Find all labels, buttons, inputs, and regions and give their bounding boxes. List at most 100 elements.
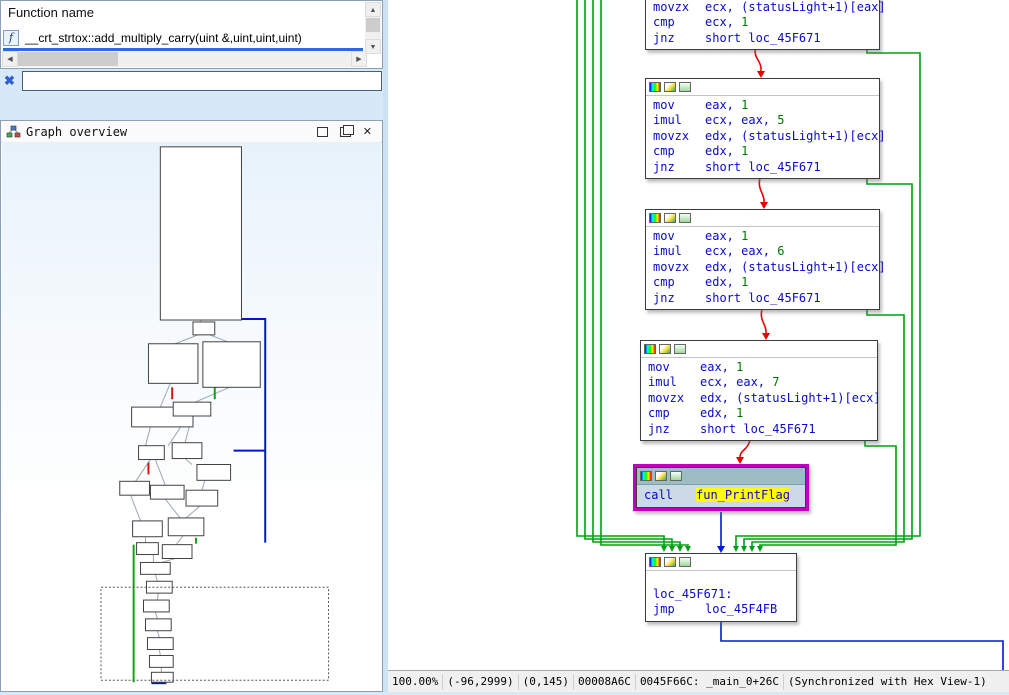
asm-line[interactable]: cmp edx, 1 — [646, 275, 879, 290]
operands: edx, — [705, 144, 742, 159]
node-color-icon[interactable] — [649, 557, 661, 567]
scrollbar-track[interactable] — [118, 51, 351, 67]
asm-line[interactable]: imul ecx, eax, 6 — [646, 244, 879, 259]
asm-line[interactable]: jnz short loc_45F671 — [646, 291, 879, 306]
immediate: 1 — [736, 360, 744, 374]
node-titlebar — [641, 341, 877, 358]
asm-line[interactable]: mov eax, 1 — [646, 229, 879, 244]
operands: ecx, eax, — [705, 113, 778, 128]
scrollbar-thumb[interactable] — [18, 52, 118, 66]
filter-row: ✖ — [0, 70, 383, 96]
basic-block[interactable]: mov eax, 1 imul ecx, eax, 7 movzx edx, (sta… — [640, 340, 881, 441]
graph-overview-canvas[interactable] — [2, 142, 381, 690]
asm-line[interactable]: movzx edx, (statusLight+1)[ecx] — [646, 259, 886, 275]
operands: edx, (statusLight+1)[ecx] — [700, 390, 881, 405]
graph-view[interactable]: movzx ecx, (statusLight+1)[eax] cmp ecx, 1… — [388, 0, 1009, 692]
node-titlebar — [637, 468, 805, 485]
asm-line[interactable]: cmp edx, 1 — [646, 144, 879, 159]
mnemonic: cmp — [648, 406, 670, 421]
overview-minimap[interactable] — [2, 142, 381, 690]
horizontal-scrollbar[interactable]: ◀ ▶ — [2, 51, 367, 67]
asm-line[interactable]: movzx edx, (statusLight+1)[ecx] — [646, 129, 886, 144]
operands: ecx, (statusLight+1)[eax] — [705, 0, 886, 14]
node-color-icon[interactable] — [644, 344, 656, 354]
mnemonic: imul — [653, 244, 682, 259]
asm-line[interactable]: jnz short loc_45F671 — [646, 160, 879, 175]
asm-line[interactable]: cmp edx, 1 — [641, 406, 877, 421]
float-pane-button[interactable] — [339, 124, 354, 137]
operands: edx, (statusLight+1)[ecx] — [705, 259, 886, 274]
basic-block-call[interactable]: call fun_PrintFlag — [636, 467, 806, 509]
mnemonic: cmp — [653, 15, 675, 30]
node-titlebar — [646, 79, 879, 96]
edit-node-icon[interactable] — [659, 344, 671, 354]
mnemonic: jnz — [653, 290, 675, 305]
basic-block[interactable]: mov eax, 1 imul ecx, eax, 5 movzx edx, (sta… — [645, 78, 886, 179]
edit-node-icon[interactable] — [664, 557, 676, 567]
function-row[interactable]: f __crt_strtox::add_multiply_carry(uint … — [3, 29, 363, 47]
edit-node-icon[interactable] — [664, 213, 676, 223]
status-file-offset: 00008A6C — [572, 673, 635, 690]
scroll-left-icon[interactable]: ◀ — [2, 51, 18, 67]
asm-line[interactable]: cmp ecx, 1 — [646, 15, 879, 30]
operands: ecx, eax, — [700, 375, 773, 390]
mnemonic: mov — [653, 98, 675, 112]
graph-overview-titlebar[interactable]: Graph overview ✕ — [1, 121, 382, 143]
restore-pane-button[interactable] — [316, 126, 328, 137]
asm-line[interactable]: mov eax, 1 — [646, 98, 879, 113]
status-bar: 100.00% (-96,2999) (0,145) 00008A6C 0045… — [388, 670, 1009, 692]
overview-viewport-rect — [100, 586, 330, 681]
vertical-scrollbar[interactable]: ▲ ▼ — [365, 2, 381, 54]
basic-block[interactable]: mov eax, 1 imul ecx, eax, 6 movzx edx, (sta… — [645, 209, 886, 310]
basic-block[interactable]: movzx ecx, (statusLight+1)[eax] cmp ecx, 1… — [645, 0, 886, 51]
operands: eax, — [705, 229, 742, 243]
asm-line[interactable]: jnz short loc_45F671 — [641, 422, 877, 437]
group-node-icon[interactable] — [670, 471, 682, 481]
mnemonic: jmp — [653, 602, 675, 617]
mnemonic: imul — [653, 113, 682, 128]
asm-line[interactable]: movzx edx, (statusLight+1)[ecx] — [641, 391, 881, 406]
scrollbar-thumb[interactable] — [366, 18, 380, 32]
asm-line[interactable]: imul ecx, eax, 5 — [646, 113, 879, 128]
mnemonic: movzx — [653, 0, 690, 14]
operands: edx, — [700, 406, 737, 421]
asm-line[interactable]: loc_45F671: — [646, 587, 796, 602]
asm-line[interactable]: imul ecx, eax, 7 — [641, 375, 877, 390]
edit-node-icon[interactable] — [664, 82, 676, 92]
scroll-down-icon[interactable]: ▼ — [365, 39, 381, 54]
function-list[interactable]: Function name f __crt_strtox::add_multip… — [0, 0, 383, 69]
status-address: 0045F66C: _main_0+26C — [634, 673, 783, 690]
group-node-icon[interactable] — [679, 213, 691, 223]
group-node-icon[interactable] — [679, 557, 691, 567]
mnemonic: call — [644, 488, 673, 502]
group-node-icon[interactable] — [679, 82, 691, 92]
immediate: 1 — [741, 15, 749, 30]
operands: short loc_45F671 — [705, 159, 821, 174]
mnemonic: movzx — [653, 259, 690, 274]
status-zoom: 100.00% — [392, 674, 439, 688]
asm-line[interactable]: jnz short loc_45F671 — [646, 31, 879, 46]
scroll-up-icon[interactable]: ▲ — [365, 2, 381, 17]
operands: eax, — [700, 360, 737, 374]
node-color-icon[interactable] — [649, 82, 661, 92]
function-name: __crt_strtox::add_multiply_carry(uint &,… — [25, 31, 302, 45]
clear-filter-icon[interactable]: ✖ — [4, 73, 15, 89]
asm-line[interactable]: call fun_PrintFlag — [637, 488, 805, 503]
group-node-icon[interactable] — [674, 344, 686, 354]
immediate: 1 — [741, 229, 749, 243]
edit-node-icon[interactable] — [655, 471, 667, 481]
asm-line[interactable]: movzx ecx, (statusLight+1)[eax] — [646, 0, 886, 15]
immediate: 1 — [741, 275, 749, 290]
immediate: 1 — [741, 98, 749, 112]
asm-line[interactable]: jmp loc_45F4FB — [646, 602, 796, 617]
close-pane-button[interactable]: ✕ — [363, 126, 372, 137]
scroll-right-icon[interactable]: ▶ — [351, 51, 367, 67]
asm-line[interactable]: mov eax, 1 — [641, 360, 877, 375]
node-color-icon[interactable] — [649, 213, 661, 223]
operands: edx, (statusLight+1)[ecx] — [705, 128, 886, 143]
mnemonic: mov — [648, 360, 670, 374]
filter-input[interactable] — [22, 71, 382, 91]
node-color-icon[interactable] — [640, 471, 652, 481]
status-cursor-pos: (0,145) — [517, 673, 573, 690]
basic-block-exit[interactable]: loc_45F671: jmp loc_45F4FB — [645, 553, 797, 622]
